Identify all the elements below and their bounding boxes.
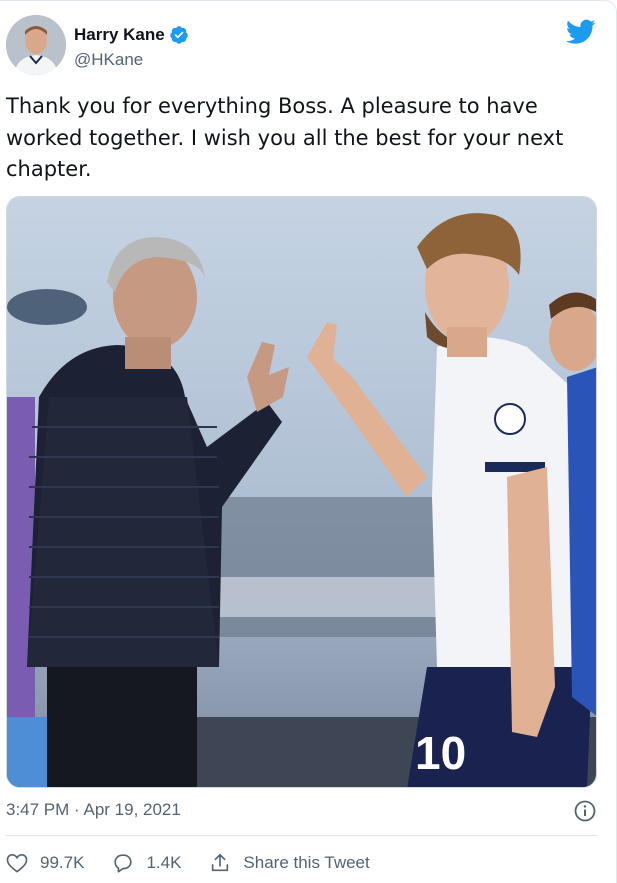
- share-button[interactable]: Share this Tweet: [209, 852, 370, 874]
- share-label: Share this Tweet: [243, 853, 370, 872]
- tweet-timestamp[interactable]: 3:47 PM · Apr 19, 2021: [6, 800, 181, 820]
- twitter-bird-icon[interactable]: [566, 19, 596, 45]
- heart-icon: [6, 853, 28, 873]
- name-row: Harry Kane: [74, 25, 189, 45]
- share-icon: [212, 853, 229, 872]
- tweet-card: Harry Kane @HKane Thank you for everythi…: [0, 0, 617, 883]
- like-count: 99.7K: [40, 853, 85, 872]
- like-button[interactable]: 99.7K: [6, 853, 84, 873]
- tweet-text: Thank you for everything Boss. A pleasur…: [6, 94, 564, 181]
- avatar[interactable]: [6, 15, 66, 75]
- reply-count: 1.4K: [146, 853, 182, 872]
- user-handle[interactable]: @HKane: [74, 50, 143, 70]
- photo-shirt-number: 10: [415, 727, 466, 779]
- info-icon[interactable]: [574, 800, 596, 822]
- tweet-photo[interactable]: 11 10: [6, 196, 597, 788]
- tweet-actions: 99.7K 1.4K Share this Tweet: [6, 850, 398, 876]
- reply-icon: [114, 854, 133, 873]
- divider: [6, 835, 597, 836]
- verified-badge-icon: [169, 26, 188, 44]
- display-name[interactable]: Harry Kane: [74, 25, 165, 45]
- tweet-header: Harry Kane @HKane: [6, 15, 606, 79]
- reply-button[interactable]: 1.4K: [112, 852, 181, 874]
